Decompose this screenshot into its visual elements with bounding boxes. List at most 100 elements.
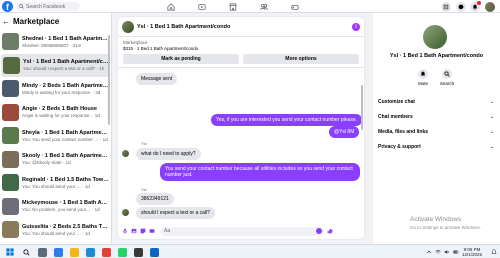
marketplace-label: Marketplace — [123, 40, 148, 45]
search-in-conversation-button[interactable]: Search — [435, 69, 459, 86]
image-icon[interactable] — [131, 228, 137, 234]
more-options-button[interactable]: More options — [243, 54, 359, 64]
widgets-icon[interactable] — [54, 247, 63, 257]
chevron-down-icon: ⌄ — [489, 114, 494, 120]
listing-price-title[interactable]: $315 · 1 Bed 1 Bath Apartment/condo — [123, 46, 359, 51]
message-input-placeholder: Aa — [164, 227, 171, 234]
listing-thumbnail — [2, 174, 19, 192]
contact-avatar[interactable] — [423, 25, 447, 49]
search-taskbar-icon[interactable] — [22, 248, 31, 257]
section-label: Chat members — [378, 114, 413, 120]
volume-icon[interactable] — [443, 249, 450, 256]
search-icon — [444, 71, 450, 77]
conversation-item[interactable]: Mindy · 2 Beds 1 Bath Apartment/co…Mindy… — [0, 77, 111, 101]
message-bubble-incoming: 3862349121 — [136, 193, 174, 205]
marketplace-icon[interactable] — [228, 2, 238, 11]
listing-thumbnail — [2, 103, 19, 121]
file-explorer-icon[interactable] — [70, 247, 79, 257]
customize-chat-section[interactable]: Customize chat ⌄ — [378, 97, 494, 107]
message-bubble-outgoing: @Ysl 8M — [329, 126, 360, 138]
conversation-item[interactable]: Mickeymouse · 1 Bed 1 Bath A… You: No pro… — [0, 195, 111, 219]
gif-icon[interactable] — [149, 228, 155, 234]
info-icon[interactable]: i — [352, 23, 360, 31]
message-bubble-incoming: should I expect a text or a call? — [136, 207, 215, 219]
top-navigation-bar: f Search Facebook — [0, 0, 500, 13]
listing-thumbnail — [2, 221, 19, 239]
conversation-item[interactable]: Reginald · 1 Bed 1.5 Baths Tow… You: You … — [0, 171, 111, 195]
start-icon[interactable] — [5, 248, 14, 257]
app-icon[interactable] — [150, 247, 159, 257]
conversation-preview: You: @Skooly Slate · 1d — [22, 160, 71, 166]
conversation-title: Skooly · 1 Bed 1 Bath Apartment/co… — [22, 153, 110, 160]
wifi-icon[interactable] — [434, 249, 441, 256]
chat-title[interactable]: Ysl · 1 Bed 1 Bath Apartment/condo — [137, 24, 230, 30]
sender-avatar — [122, 209, 129, 216]
edge-browser-icon[interactable] — [86, 247, 95, 257]
search-input[interactable]: Search Facebook — [16, 2, 80, 11]
message-thread: Message sent Yes, if you are interested … — [118, 68, 364, 219]
search-placeholder: Search Facebook — [26, 3, 66, 10]
sidebar-title: Marketplace — [13, 17, 60, 26]
chat-scrollbar[interactable] — [361, 85, 363, 130]
message-input[interactable]: Aa — [160, 226, 324, 236]
task-view-icon[interactable] — [38, 247, 47, 257]
notifications-bell-icon[interactable] — [470, 0, 481, 12]
chat-window: Ysl · 1 Bed 1 Bath Apartment/condo i Mar… — [118, 17, 364, 239]
whatsapp-icon[interactable] — [118, 247, 127, 257]
listing-thumbnail — [2, 127, 19, 145]
sender-name: Ysl — [141, 141, 147, 146]
message-composer: Aa — [118, 223, 364, 239]
conversation-item[interactable]: Guisselita · 2 Beds 2.5 Baths T… You: You… — [0, 218, 111, 242]
conversation-item-active[interactable]: Ysl · 1 Bed 1 Bath Apartment/condo You: s… — [1, 53, 110, 77]
messenger-icon[interactable] — [456, 1, 466, 12]
search-label: Search — [439, 80, 455, 86]
conversation-item[interactable]: Angie · 2 Beds 1 Bath House Angie is wait… — [0, 101, 111, 125]
battery-icon[interactable] — [452, 249, 459, 256]
conversation-title: Ysl · 1 Bed 1 Bath Apartment/condo — [23, 59, 110, 66]
conversation-item[interactable]: Skooly · 1 Bed 1 Bath Apartment/co…You: … — [0, 148, 111, 172]
facebook-logo[interactable]: f — [2, 1, 13, 12]
sticker-icon[interactable] — [140, 228, 146, 234]
chevron-down-icon: ⌄ — [489, 99, 494, 105]
listing-thumbnail — [2, 197, 19, 215]
notification-center-icon[interactable] — [490, 249, 497, 256]
chevron-up-icon[interactable] — [425, 249, 432, 256]
mute-label: Mute — [417, 80, 428, 86]
conversation-title: Guisselita · 2 Beds 2.5 Baths T… — [22, 223, 108, 230]
mark-as-pending-button[interactable]: Mark as pending — [123, 54, 239, 64]
listing-thumbnail — [2, 33, 19, 51]
conversation-title: Mickeymouse · 1 Bed 1 Bath A… — [22, 200, 108, 207]
menu-grid-icon[interactable] — [441, 1, 451, 12]
chrome-browser-icon[interactable] — [102, 247, 111, 257]
contact-name[interactable]: Ysl · 1 Bed 1 Bath Apartment/condo — [373, 53, 500, 59]
store-icon[interactable] — [134, 247, 143, 257]
conversation-item[interactable]: Sheyla · 1 Bed 1 Bath Apartment/co…You: … — [0, 124, 111, 148]
conversation-item[interactable]: Shednei · 1 Bed 1 Bath Apartment/condoSh… — [0, 30, 111, 54]
chat-members-section[interactable]: Chat members ⌄ — [378, 112, 494, 122]
chat-avatar[interactable] — [122, 20, 134, 33]
sidebar-scrollbar[interactable] — [108, 35, 110, 125]
gaming-icon[interactable] — [290, 2, 300, 11]
sender-avatar — [122, 150, 129, 157]
system-clock[interactable]: 9:06 PM 12/1/2025 — [462, 247, 482, 258]
emoji-icon[interactable] — [316, 228, 322, 234]
message-bubble-incoming: Message sent — [136, 73, 178, 85]
conversation-preview: Angie is waiting for your response. · 1d — [22, 113, 100, 119]
microphone-icon[interactable] — [122, 228, 128, 234]
mute-button[interactable]: Mute — [411, 69, 435, 86]
windows-taskbar: 9:06 PM 12/1/2025 — [0, 244, 500, 258]
profile-avatar[interactable] — [485, 1, 495, 12]
groups-icon[interactable] — [259, 2, 269, 11]
conversation-preview: You: should I expect a text or a call? ·… — [23, 66, 105, 72]
privacy-support-section[interactable]: Privacy & support ⌄ — [378, 142, 494, 152]
conversation-preview: You: You send your contact number … · 1d — [22, 136, 108, 142]
chevron-down-icon: ⌄ — [489, 144, 494, 150]
notification-badge — [477, 0, 481, 5]
marketplace-conversation-list: ← Marketplace Shednei · 1 Bed 1 Bath Apa… — [0, 13, 112, 244]
video-icon[interactable] — [197, 2, 207, 11]
listing-thumbnail — [2, 80, 19, 98]
like-icon[interactable] — [327, 228, 333, 234]
home-icon[interactable] — [166, 2, 176, 11]
media-files-links-section[interactable]: Media, files and links ⌄ — [378, 127, 494, 137]
arrow-left-icon[interactable]: ← — [2, 17, 10, 26]
